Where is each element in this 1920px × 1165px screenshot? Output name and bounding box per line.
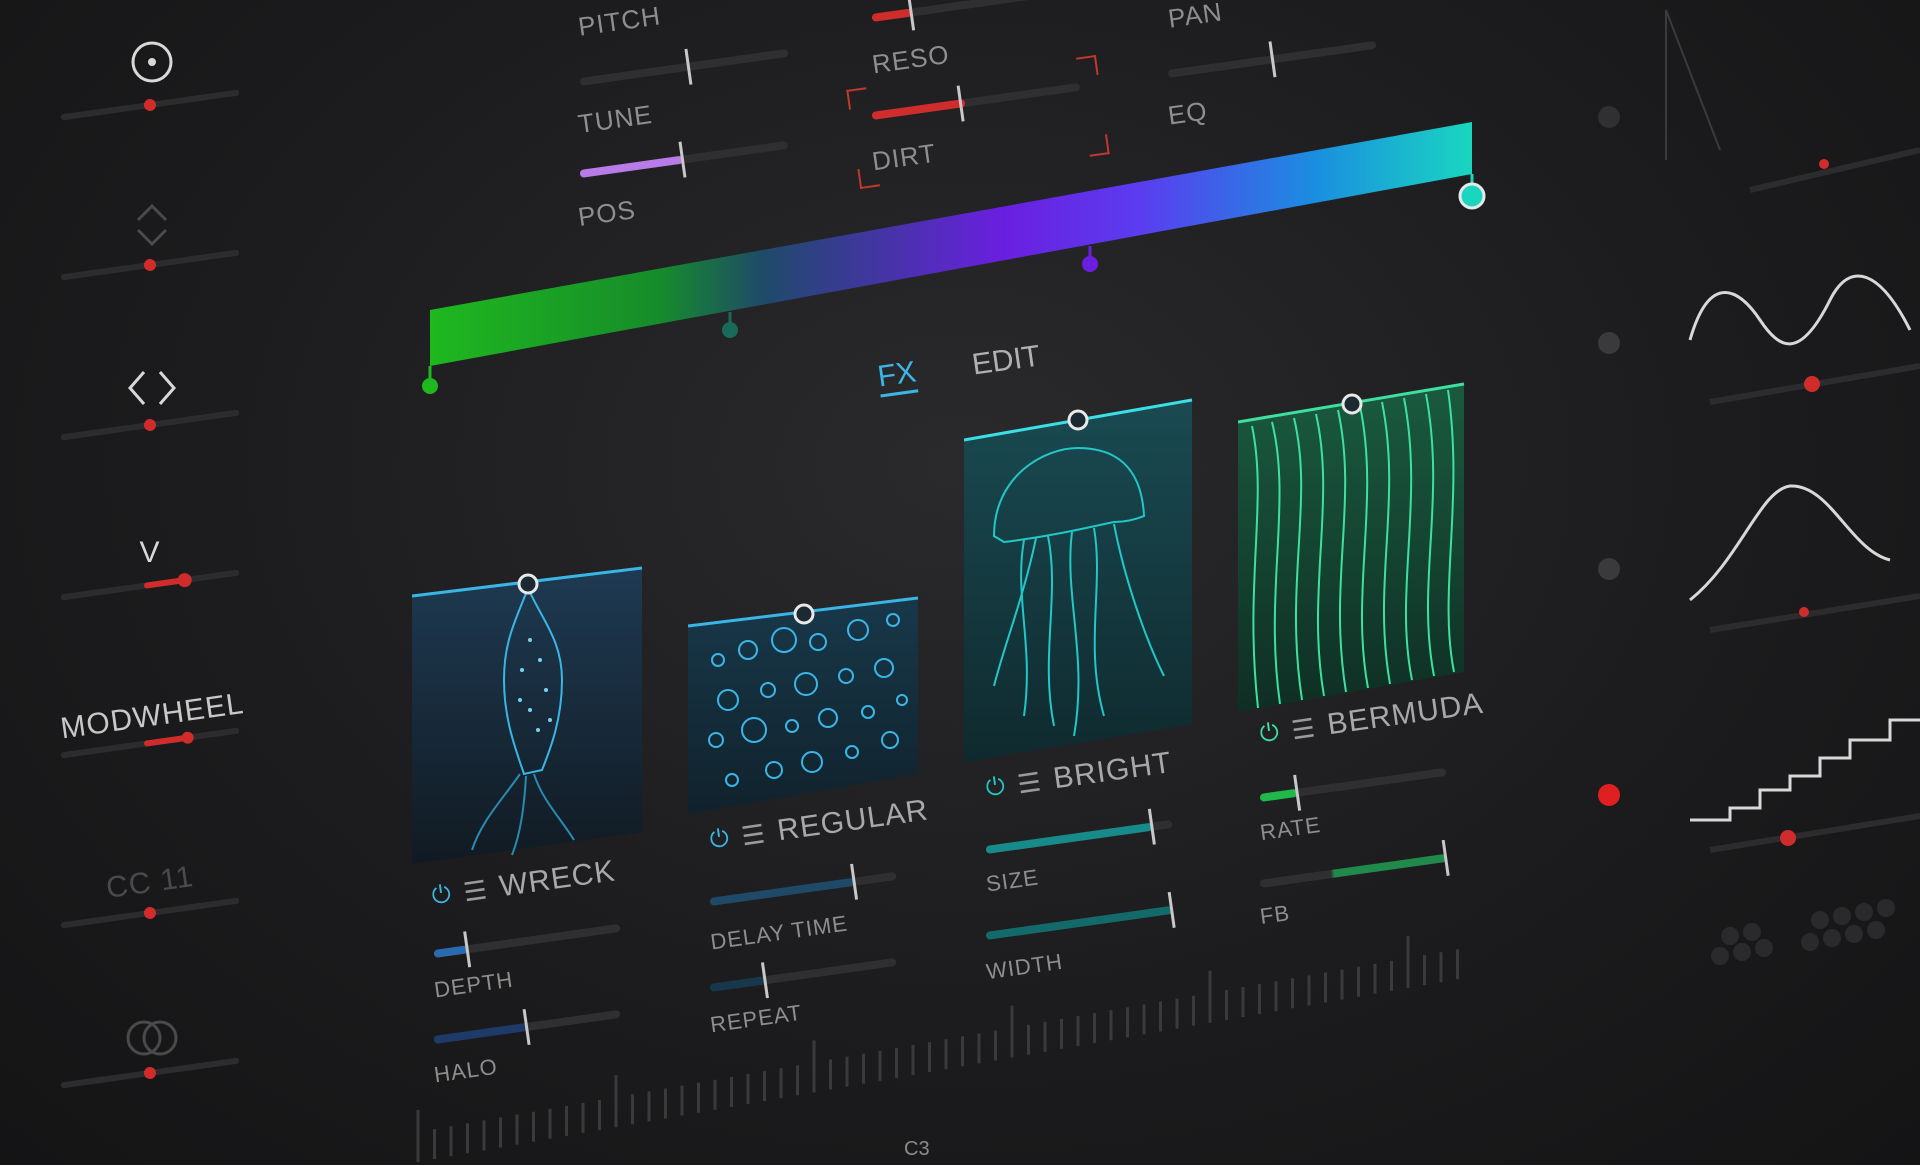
mod-slider[interactable] <box>60 1057 240 1089</box>
power-icon[interactable]: ⏻ <box>708 824 732 855</box>
mod-slider[interactable] <box>60 569 240 601</box>
rate-slider[interactable] <box>1259 767 1447 811</box>
slot-indicator[interactable] <box>1598 106 1620 128</box>
power-icon[interactable]: ⏻ <box>430 880 454 911</box>
delay-time-slider-fill <box>709 877 856 906</box>
circle-dot-icon <box>131 41 173 83</box>
mod-slider[interactable] <box>60 249 240 281</box>
macro-handle-teal[interactable] <box>722 322 738 338</box>
overlap-circles-icon <box>126 1020 178 1056</box>
menu-icon[interactable]: ☰ <box>1016 766 1044 800</box>
pitch-slider-thumb[interactable] <box>684 48 693 85</box>
envelope-curve-icon[interactable] <box>1680 470 1920 640</box>
saw-wave-icon[interactable] <box>1660 0 1920 200</box>
mod-source-column: V MODWHEEL CC 11 <box>58 0 246 1165</box>
macro-handle-cyan[interactable] <box>1458 182 1486 210</box>
fx-slot-bright[interactable] <box>963 396 1196 766</box>
mod-slider-dot[interactable] <box>143 258 157 272</box>
size-slider-fill <box>985 822 1153 854</box>
jellyfish-icon <box>963 398 1193 762</box>
reso-slider-fill <box>871 8 913 22</box>
mod-slider-dot[interactable] <box>143 418 157 432</box>
param-label-reso: RESO <box>870 38 952 80</box>
tab-fx[interactable]: FX <box>875 355 919 398</box>
delay-time-slider[interactable] <box>709 863 897 906</box>
mod-source-label: MODWHEEL <box>58 686 246 746</box>
param-label-pan: PAN <box>1166 0 1225 34</box>
fb-slider[interactable] <box>1259 839 1450 888</box>
power-icon[interactable]: ⏻ <box>1258 718 1282 749</box>
mod-slider-dot[interactable] <box>143 98 157 112</box>
slot-indicator[interactable] <box>1598 332 1620 354</box>
sine-wave-icon[interactable] <box>1680 250 1920 410</box>
macro-handle-purple[interactable] <box>1082 256 1098 272</box>
pitch-slider[interactable] <box>579 48 789 86</box>
waves-icon <box>1237 382 1465 712</box>
mod-slider-dot[interactable] <box>176 572 193 589</box>
macro-handle-green[interactable] <box>422 378 438 394</box>
macro-gradient-bar[interactable] <box>400 110 1510 410</box>
bubbles-icon <box>687 596 919 814</box>
param-label-size: SIZE <box>984 864 1041 897</box>
menu-icon[interactable]: ☰ <box>462 874 490 908</box>
pan-slider-thumb[interactable] <box>1268 41 1277 78</box>
squid-icon <box>411 566 643 864</box>
param-label-rate: RATE <box>1258 811 1323 846</box>
chevron-leftright-icon <box>128 371 176 405</box>
mod-slider-dot[interactable] <box>180 730 195 745</box>
size-slider[interactable] <box>985 808 1173 854</box>
keyboard-ruler[interactable] <box>400 930 1500 1165</box>
lfo-shape-column <box>1665 0 1920 1165</box>
slot-indicator-active[interactable] <box>1598 784 1620 806</box>
chevron-updown-icon <box>136 203 168 247</box>
mod-slider-dot[interactable] <box>143 906 157 920</box>
reso-slider[interactable] <box>871 0 1081 31</box>
step-wave-icon[interactable] <box>1680 700 1920 860</box>
power-icon[interactable]: ⏻ <box>984 772 1008 803</box>
param-label-fb: FB <box>1258 900 1292 929</box>
fb-slider-fill <box>1259 853 1447 888</box>
mod-slider[interactable] <box>60 409 240 441</box>
keyboard-c3-label: C3 <box>904 1138 930 1160</box>
mod-slider[interactable] <box>60 89 240 121</box>
param-label-pitch: PITCH <box>576 0 663 42</box>
fx-slot-wreck[interactable] <box>411 550 644 870</box>
slot-indicator[interactable] <box>1598 558 1620 580</box>
dots-pattern-icon[interactable] <box>1680 880 1920 990</box>
fx-slot-regular[interactable] <box>687 580 920 820</box>
mod-source-label: V <box>139 536 161 569</box>
menu-icon[interactable]: ☰ <box>1290 712 1318 746</box>
rate-slider-fill <box>1259 788 1299 802</box>
mod-slider-dot[interactable] <box>143 1066 157 1080</box>
fx-slot-bermuda[interactable] <box>1237 382 1470 716</box>
pan-slider[interactable] <box>1167 40 1377 78</box>
menu-icon[interactable]: ☰ <box>740 818 768 852</box>
